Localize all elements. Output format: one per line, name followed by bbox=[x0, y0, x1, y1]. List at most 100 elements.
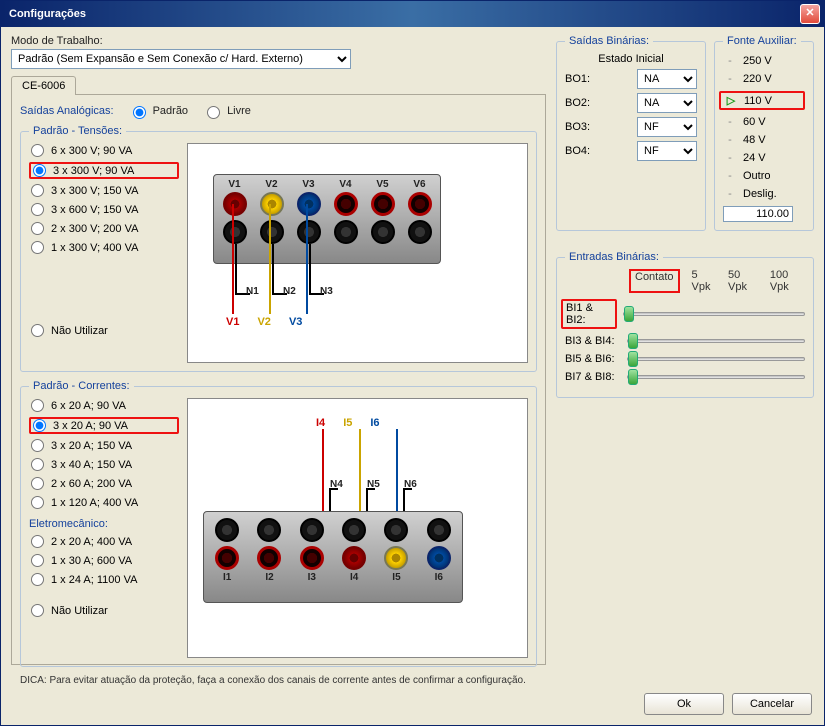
jack-i2 bbox=[257, 546, 281, 570]
cur-em-1[interactable]: 1 x 30 A; 600 VA bbox=[29, 553, 179, 568]
jack-v4n bbox=[334, 220, 358, 244]
current-legend: Padrão - Correntes: bbox=[29, 380, 134, 392]
cur-em-2[interactable]: 1 x 24 A; 1100 VA bbox=[29, 572, 179, 587]
workmode-label: Modo de Trabalho: bbox=[11, 35, 546, 47]
binary-inputs-legend: Entradas Binárias: bbox=[565, 251, 663, 263]
bo2-label: BO2: bbox=[565, 97, 590, 109]
bo1-label: BO1: bbox=[565, 73, 590, 85]
current-radios: 6 x 20 A; 90 VA 3 x 20 A; 90 VA 3 x 20 A… bbox=[29, 398, 179, 658]
jack-i4 bbox=[342, 546, 366, 570]
analog-outputs-label: Saídas Analógicas: bbox=[20, 105, 114, 117]
aux-60v[interactable]: -60 V bbox=[723, 116, 805, 128]
jack-i2n bbox=[257, 518, 281, 542]
bo2-select[interactable]: NA bbox=[637, 93, 697, 113]
jack-i3n bbox=[300, 518, 324, 542]
aux-24v[interactable]: -24 V bbox=[723, 152, 805, 164]
jack-v3n bbox=[297, 220, 321, 244]
hint-text: DICA: Para evitar atuação da proteção, f… bbox=[20, 675, 537, 686]
initial-state-label: Estado Inicial bbox=[565, 53, 697, 65]
aux-220v[interactable]: -220 V bbox=[723, 73, 805, 85]
jack-v1 bbox=[223, 192, 247, 216]
content: Modo de Trabalho: Padrão (Sem Expansão e… bbox=[1, 27, 824, 687]
aux-source-fieldset: Fonte Auxiliar: -250 V -220 V ▷110 V -60… bbox=[714, 35, 814, 231]
jack-i3 bbox=[300, 546, 324, 570]
analog-mode-padrao[interactable]: Padrão bbox=[128, 103, 188, 119]
voltage-device: V1 V2 V3 V4 V5 V6 bbox=[213, 174, 441, 264]
volt-opt-1[interactable]: 3 x 300 V; 90 VA bbox=[29, 162, 179, 179]
jack-i4n bbox=[342, 518, 366, 542]
cur-opt-0[interactable]: 6 x 20 A; 90 VA bbox=[29, 398, 179, 413]
bi12-label: BI1 & BI2: bbox=[561, 299, 617, 329]
right-column: Saídas Binárias: Estado Inicial BO1: NA B… bbox=[556, 35, 814, 665]
cur-em-0[interactable]: 2 x 20 A; 400 VA bbox=[29, 534, 179, 549]
binary-outputs-fieldset: Saídas Binárias: Estado Inicial BO1: NA B… bbox=[556, 35, 706, 231]
bo1-select[interactable]: NA bbox=[637, 69, 697, 89]
window-title: Configurações bbox=[5, 8, 86, 20]
arrow-icon: ▷ bbox=[724, 94, 738, 107]
cur-opt-5[interactable]: 1 x 120 A; 400 VA bbox=[29, 495, 179, 510]
bo4-label: BO4: bbox=[565, 145, 590, 157]
bi34-label: BI3 & BI4: bbox=[565, 335, 621, 347]
jack-i6 bbox=[427, 546, 451, 570]
voltage-radios: 6 x 300 V; 90 VA 3 x 300 V; 90 VA 3 x 30… bbox=[29, 143, 179, 363]
volt-opt-4[interactable]: 2 x 300 V; 200 VA bbox=[29, 221, 179, 236]
jack-v3 bbox=[297, 192, 321, 216]
aux-250v[interactable]: -250 V bbox=[723, 55, 805, 67]
cur-opt-4[interactable]: 2 x 60 A; 200 VA bbox=[29, 476, 179, 491]
button-row: Ok Cancelar bbox=[1, 687, 824, 725]
bo3-select[interactable]: NF bbox=[637, 117, 697, 137]
bi34-slider[interactable] bbox=[627, 339, 805, 343]
voltage-fieldset: Padrão - Tensões: 6 x 300 V; 90 VA 3 x 3… bbox=[20, 125, 537, 372]
volt-opt-none[interactable]: Não Utilizar bbox=[29, 323, 179, 338]
bo3-label: BO3: bbox=[565, 121, 590, 133]
jack-v2 bbox=[260, 192, 284, 216]
bi56-label: BI5 & BI6: bbox=[565, 353, 621, 365]
bi78-slider[interactable] bbox=[627, 375, 805, 379]
bi-scale-header: Contato 5 Vpk 50 Vpk 100 Vpk bbox=[565, 269, 805, 293]
left-column: Modo de Trabalho: Padrão (Sem Expansão e… bbox=[11, 35, 546, 665]
workmode-select[interactable]: Padrão (Sem Expansão e Sem Conexão c/ Ha… bbox=[11, 49, 351, 69]
binary-outputs-legend: Saídas Binárias: bbox=[565, 35, 653, 47]
cur-opt-none[interactable]: Não Utilizar bbox=[29, 603, 179, 618]
settings-window: Configurações ✕ Modo de Trabalho: Padrão… bbox=[0, 0, 825, 726]
ok-button[interactable]: Ok bbox=[644, 693, 724, 715]
cur-opt-1[interactable]: 3 x 20 A; 90 VA bbox=[29, 417, 179, 434]
jack-i1 bbox=[215, 546, 239, 570]
jack-i5 bbox=[384, 546, 408, 570]
bi78-label: BI7 & BI8: bbox=[565, 371, 621, 383]
aux-deslig[interactable]: -Deslig. bbox=[723, 188, 805, 200]
tab-panel: Saídas Analógicas: Padrão Livre Padrão -… bbox=[11, 95, 546, 665]
cur-opt-2[interactable]: 3 x 20 A; 150 VA bbox=[29, 438, 179, 453]
volt-opt-5[interactable]: 1 x 300 V; 400 VA bbox=[29, 240, 179, 255]
jack-v6 bbox=[408, 192, 432, 216]
current-fieldset: Padrão - Correntes: 6 x 20 A; 90 VA 3 x … bbox=[20, 380, 537, 667]
voltage-legend: Padrão - Tensões: bbox=[29, 125, 126, 137]
aux-source-legend: Fonte Auxiliar: bbox=[723, 35, 801, 47]
tabs: CE-6006 bbox=[11, 75, 546, 95]
jack-v5n bbox=[371, 220, 395, 244]
jack-v4 bbox=[334, 192, 358, 216]
jack-v5 bbox=[371, 192, 395, 216]
analog-mode-livre[interactable]: Livre bbox=[202, 103, 251, 119]
jack-v1n bbox=[223, 220, 247, 244]
cancel-button[interactable]: Cancelar bbox=[732, 693, 812, 715]
aux-110v[interactable]: ▷110 V bbox=[719, 91, 805, 110]
jack-i1n bbox=[215, 518, 239, 542]
bo4-select[interactable]: NF bbox=[637, 141, 697, 161]
jack-v6n bbox=[408, 220, 432, 244]
aux-value-input[interactable] bbox=[723, 206, 793, 222]
volt-opt-2[interactable]: 3 x 300 V; 150 VA bbox=[29, 183, 179, 198]
jack-v2n bbox=[260, 220, 284, 244]
jack-i5n bbox=[384, 518, 408, 542]
aux-outro[interactable]: -Outro bbox=[723, 170, 805, 182]
aux-48v[interactable]: -48 V bbox=[723, 134, 805, 146]
volt-opt-0[interactable]: 6 x 300 V; 90 VA bbox=[29, 143, 179, 158]
bi56-slider[interactable] bbox=[627, 357, 805, 361]
tab-ce6006[interactable]: CE-6006 bbox=[11, 76, 76, 95]
binary-inputs-fieldset: Entradas Binárias: Contato 5 Vpk 50 Vpk … bbox=[556, 251, 814, 398]
cur-opt-3[interactable]: 3 x 40 A; 150 VA bbox=[29, 457, 179, 472]
volt-opt-3[interactable]: 3 x 600 V; 150 VA bbox=[29, 202, 179, 217]
close-button[interactable]: ✕ bbox=[800, 4, 820, 24]
jack-i6n bbox=[427, 518, 451, 542]
bi12-slider[interactable] bbox=[623, 312, 805, 316]
